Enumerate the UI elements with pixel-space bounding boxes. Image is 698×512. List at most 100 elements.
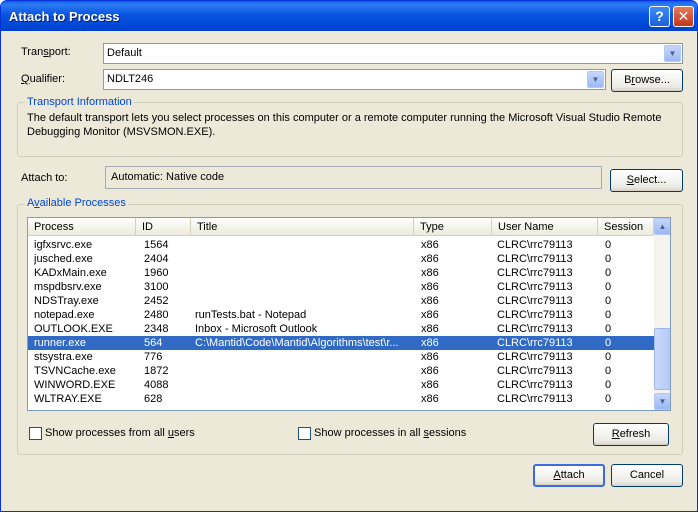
column-header-title[interactable]: Title	[191, 218, 414, 236]
transport-dropdown-arrow-icon[interactable]: ▼	[664, 45, 681, 62]
title-bar[interactable]: Attach to Process ? ✕	[1, 1, 697, 31]
cell-user: CLRC\rrc79113	[497, 393, 573, 405]
table-row[interactable]: OUTLOOK.EXE 2348 Inbox - Microsoft Outlook…	[28, 322, 654, 336]
cell-session: 0	[605, 295, 612, 307]
cell-session: 0	[605, 365, 612, 377]
cell-process: NDSTray.exe	[34, 295, 99, 307]
cell-id: 1960	[144, 267, 169, 279]
cell-type: x86	[421, 281, 439, 293]
qualifier-dropdown-arrow-icon[interactable]: ▼	[587, 71, 604, 88]
cell-id: 2404	[144, 253, 169, 265]
cell-session: 0	[605, 281, 612, 293]
close-button[interactable]: ✕	[673, 6, 694, 27]
table-row[interactable]: igfxsrvc.exe 1564 x86 CLRC\rrc79113 0	[28, 238, 654, 252]
table-row[interactable]: NDSTray.exe 2452 x86 CLRC\rrc79113 0	[28, 294, 654, 308]
qualifier-combo[interactable]: NDLT246 ▼	[103, 69, 606, 90]
cell-process: OUTLOOK.EXE	[34, 323, 113, 335]
process-list-scrollbar[interactable]: ▲ ▼	[654, 218, 670, 410]
scroll-down-icon[interactable]: ▼	[654, 393, 670, 410]
all-sessions-label[interactable]: Show processes in all sessions	[314, 427, 466, 439]
table-row[interactable]: WINWORD.EXE 4088 x86 CLRC\rrc79113 0	[28, 378, 654, 392]
table-row[interactable]: mspdbsrv.exe 3100 x86 CLRC\rrc79113 0	[28, 280, 654, 294]
cell-type: x86	[421, 393, 439, 405]
cell-session: 0	[605, 323, 612, 335]
process-list-header: Process ID Title Type User Name Session	[28, 218, 654, 236]
cell-title	[195, 392, 413, 406]
table-row[interactable]: runner.exe 564 C:\Mantid\Code\Mantid\Algor…	[28, 336, 654, 350]
cell-user: CLRC\rrc79113	[497, 281, 573, 293]
all-users-label[interactable]: Show processes from all users	[45, 427, 195, 439]
table-row[interactable]: notepad.exe 2480 runTests.bat - Notepad x86…	[28, 308, 654, 322]
cell-type: x86	[421, 309, 439, 321]
cell-id: 2452	[144, 295, 169, 307]
cell-type: x86	[421, 365, 439, 377]
table-row[interactable]: WLTRAY.EXE 628 x86 CLRC\rrc79113 0	[28, 392, 654, 406]
transport-value: Default	[107, 47, 142, 59]
cell-id: 628	[144, 393, 163, 405]
cell-user: CLRC\rrc79113	[497, 295, 573, 307]
cell-session: 0	[605, 393, 612, 405]
cell-session: 0	[605, 351, 612, 363]
column-header-id[interactable]: ID	[136, 218, 191, 236]
table-row[interactable]: stsystra.exe 776 x86 CLRC\rrc79113 0	[28, 350, 654, 364]
scroll-up-icon[interactable]: ▲	[654, 218, 670, 235]
cell-type: x86	[421, 351, 439, 363]
transport-info-text: The default transport lets you select pr…	[27, 111, 677, 139]
cell-id: 564	[144, 337, 163, 349]
transport-combo[interactable]: Default ▼	[103, 43, 683, 64]
transport-info-line-2: Debugging Monitor (MSVSMON.EXE).	[27, 126, 216, 138]
cell-id: 2480	[144, 309, 169, 321]
window-title: Attach to Process	[9, 9, 120, 24]
cell-type: x86	[421, 267, 439, 279]
cell-user: CLRC\rrc79113	[497, 267, 573, 279]
cell-session: 0	[605, 379, 612, 391]
cell-user: CLRC\rrc79113	[497, 239, 573, 251]
cell-process: runner.exe	[34, 337, 86, 349]
all-sessions-checkbox[interactable]	[298, 427, 311, 440]
attach-to-field: Automatic: Native code	[105, 166, 602, 189]
refresh-button[interactable]: Refresh	[593, 423, 669, 446]
available-processes-title: Available Processes	[25, 197, 128, 209]
cell-process: stsystra.exe	[34, 351, 93, 363]
qualifier-label: Qualifier:	[21, 73, 66, 85]
cell-title	[195, 350, 413, 364]
cell-title: C:\Mantid\Code\Mantid\Algorithms\test\r.…	[195, 337, 399, 349]
column-header-type[interactable]: Type	[414, 218, 492, 236]
cell-type: x86	[421, 323, 439, 335]
transport-info-line-1: The default transport lets you select pr…	[27, 112, 662, 124]
cell-session: 0	[605, 239, 612, 251]
cell-user: CLRC\rrc79113	[497, 379, 573, 391]
all-users-checkbox[interactable]	[29, 427, 42, 440]
cell-type: x86	[421, 295, 439, 307]
cell-title	[195, 266, 413, 280]
cell-id: 776	[144, 351, 163, 363]
browse-button[interactable]: Browse...	[611, 69, 683, 92]
cell-process: mspdbsrv.exe	[34, 281, 102, 293]
cell-id: 3100	[144, 281, 169, 293]
cell-id: 4088	[144, 379, 169, 391]
cancel-button[interactable]: Cancel	[611, 464, 683, 487]
help-button[interactable]: ?	[649, 6, 670, 27]
transport-label: Transport:	[21, 46, 71, 58]
scroll-thumb[interactable]	[654, 328, 670, 390]
column-header-process[interactable]: Process	[28, 218, 136, 236]
table-row[interactable]: TSVNCache.exe 1872 x86 CLRC\rrc79113 0	[28, 364, 654, 378]
table-row[interactable]: KADxMain.exe 1960 x86 CLRC\rrc79113 0	[28, 266, 654, 280]
process-list[interactable]: Process ID Title Type User Name Session …	[27, 217, 671, 411]
cell-title: runTests.bat - Notepad	[195, 309, 307, 321]
cell-title: Inbox - Microsoft Outlook	[195, 323, 318, 335]
cell-id: 1872	[144, 365, 169, 377]
column-header-user-name[interactable]: User Name	[492, 218, 598, 236]
select-button[interactable]: Select...	[610, 169, 683, 192]
cell-type: x86	[421, 337, 439, 349]
cell-session: 0	[605, 267, 612, 279]
attach-to-value: Automatic: Native code	[111, 171, 225, 183]
cell-type: x86	[421, 239, 439, 251]
cell-process: igfxsrvc.exe	[34, 239, 93, 251]
column-header-session[interactable]: Session	[598, 218, 654, 236]
cell-title	[195, 378, 413, 392]
cell-process: KADxMain.exe	[34, 267, 107, 279]
attach-to-process-dialog: Attach to Process ? ✕ Transport: Default…	[0, 0, 698, 512]
attach-button[interactable]: Attach	[533, 464, 605, 487]
table-row[interactable]: jusched.exe 2404 x86 CLRC\rrc79113 0	[28, 252, 654, 266]
